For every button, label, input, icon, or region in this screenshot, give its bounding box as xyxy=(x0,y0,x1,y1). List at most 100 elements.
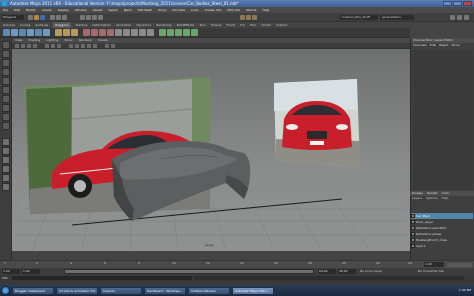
close-button[interactable] xyxy=(463,1,472,6)
hypershade-layout-icon[interactable] xyxy=(2,174,10,182)
merge-vertices-icon[interactable] xyxy=(139,29,146,36)
auto-map-icon[interactable] xyxy=(191,29,198,36)
snap-point-icon[interactable] xyxy=(92,15,97,20)
save-scene-icon[interactable] xyxy=(40,15,45,20)
camera-attributes-icon[interactable] xyxy=(21,44,25,48)
minimize-button[interactable] xyxy=(443,1,452,6)
shadows-icon[interactable] xyxy=(93,44,97,48)
new-scene-icon[interactable] xyxy=(28,15,33,20)
command-input[interactable] xyxy=(12,276,192,280)
character-set-selector[interactable]: No Character Set xyxy=(418,269,444,274)
front-view-image-plane[interactable] xyxy=(274,79,360,167)
snap-curve-icon[interactable] xyxy=(86,15,91,20)
textured-icon[interactable] xyxy=(81,44,85,48)
insert-edge-loop-icon[interactable] xyxy=(131,29,138,36)
spherical-map-icon[interactable] xyxy=(183,29,190,36)
rotate-tool-icon[interactable] xyxy=(2,77,10,85)
last-used-tool-icon[interactable] xyxy=(2,122,10,130)
taskbar-item[interactable]: Dashboard - Windows... xyxy=(144,286,186,295)
grid-toggle-icon[interactable] xyxy=(45,44,49,48)
visibility-toggle-icon[interactable]: V xyxy=(411,238,415,242)
delete-edge-icon[interactable] xyxy=(147,29,154,36)
layer-menu-layers[interactable]: Layers xyxy=(412,196,422,201)
visibility-toggle-icon[interactable]: V xyxy=(411,220,415,224)
playback-end-field[interactable]: 24.00 xyxy=(318,269,336,274)
render-frame-icon[interactable] xyxy=(240,15,245,20)
channel-box-menu-show[interactable]: Show xyxy=(451,43,459,48)
name-field[interactable]: Custom_Poly_Stuff xyxy=(340,15,378,20)
playback-start-field[interactable]: 1.00 xyxy=(22,269,40,274)
anim-layer-selector[interactable]: No Anim Layer xyxy=(360,269,382,274)
extract-icon[interactable] xyxy=(71,29,78,36)
ipr-render-icon[interactable] xyxy=(246,15,251,20)
tool-settings-toggle-icon[interactable] xyxy=(464,15,469,20)
xray-icon[interactable] xyxy=(105,44,109,48)
wireframe-icon[interactable] xyxy=(69,44,73,48)
uv-editor-icon[interactable] xyxy=(159,29,166,36)
resolution-gate-icon[interactable] xyxy=(57,44,61,48)
channel-box-toggle-icon[interactable] xyxy=(457,15,462,20)
soft-modification-tool-icon[interactable] xyxy=(2,104,10,112)
taskbar-item[interactable]: C4 Arts & Animation Tut... xyxy=(56,286,98,295)
planar-map-icon[interactable] xyxy=(167,29,174,36)
shelf-name-field[interactable]: generalTools xyxy=(380,15,414,20)
isolate-select-icon[interactable] xyxy=(111,44,115,48)
taskbar-item[interactable]: Untitled Window xyxy=(188,286,230,295)
channel-box-menu-edit[interactable]: Edit xyxy=(430,43,436,48)
layer-menu-help[interactable]: Help xyxy=(442,196,449,201)
select-camera-icon[interactable] xyxy=(15,44,19,48)
bridge-icon[interactable] xyxy=(107,29,114,36)
four-view-layout-icon[interactable] xyxy=(2,147,10,155)
render-settings-icon[interactable] xyxy=(252,15,257,20)
mode-selector[interactable]: Polygons xyxy=(2,15,24,20)
combine-icon[interactable] xyxy=(55,29,62,36)
poly-plane-icon[interactable] xyxy=(35,29,42,36)
select-hierarchy-icon[interactable] xyxy=(50,15,55,20)
visibility-toggle-icon[interactable]: V xyxy=(411,226,415,230)
use-all-lights-icon[interactable] xyxy=(87,44,91,48)
cylindrical-map-icon[interactable] xyxy=(175,29,182,36)
maximize-button[interactable] xyxy=(453,1,462,6)
smooth-icon[interactable] xyxy=(83,29,90,36)
select-tool-icon[interactable] xyxy=(2,41,10,49)
channel-box-menu-channels[interactable]: Channels xyxy=(413,43,427,48)
separate-icon[interactable] xyxy=(63,29,70,36)
single-perspective-layout-icon[interactable] xyxy=(2,138,10,146)
channel-box-menu-object[interactable]: Object xyxy=(439,43,449,48)
snap-surface-icon[interactable] xyxy=(98,15,103,20)
outliner-layout-icon[interactable] xyxy=(2,183,10,191)
current-time-field[interactable]: 1.00 xyxy=(424,262,444,267)
select-object-icon[interactable] xyxy=(56,15,61,20)
lasso-tool-icon[interactable] xyxy=(2,50,10,58)
persp-graph-layout-icon[interactable] xyxy=(2,165,10,173)
visibility-toggle-icon[interactable]: V xyxy=(411,244,415,248)
film-gate-icon[interactable] xyxy=(51,44,55,48)
perspective-viewport[interactable]: persp xyxy=(12,49,410,251)
channel-box-body[interactable] xyxy=(413,50,473,190)
paint-select-tool-icon[interactable] xyxy=(2,59,10,67)
split-polygon-icon[interactable] xyxy=(123,29,130,36)
taskbar-item[interactable]: Autodesk Maya 2011... xyxy=(232,286,274,295)
poly-cone-icon[interactable] xyxy=(27,29,34,36)
range-slider-bar[interactable] xyxy=(64,269,314,274)
persp-outliner-layout-icon[interactable] xyxy=(2,156,10,164)
poly-sphere-icon[interactable] xyxy=(3,29,10,36)
poly-cube-icon[interactable] xyxy=(11,29,18,36)
visibility-toggle-icon[interactable]: V xyxy=(411,214,415,218)
move-tool-icon[interactable] xyxy=(2,68,10,76)
start-button[interactable] xyxy=(1,286,10,295)
visibility-toggle-icon[interactable]: V xyxy=(411,232,415,236)
time-slider[interactable]: 1 2 4 6 8 10 12 14 16 18 20 22 24 1.00 xyxy=(0,260,474,268)
attribute-editor-toggle-icon[interactable] xyxy=(450,15,455,20)
show-manipulator-icon[interactable] xyxy=(2,113,10,121)
layer-menu-options[interactable]: Options xyxy=(426,196,438,201)
scale-tool-icon[interactable] xyxy=(2,86,10,94)
universal-manipulator-icon[interactable] xyxy=(2,95,10,103)
smooth-shade-icon[interactable] xyxy=(75,44,79,48)
snap-grid-icon[interactable] xyxy=(80,15,85,20)
image-plane-icon[interactable] xyxy=(33,44,37,48)
taskbar-item[interactable]: scanner xyxy=(100,286,142,295)
playback-controls[interactable] xyxy=(447,263,472,267)
layer-row[interactable]: Vlayer1 xyxy=(411,243,473,249)
poly-torus-icon[interactable] xyxy=(43,29,50,36)
